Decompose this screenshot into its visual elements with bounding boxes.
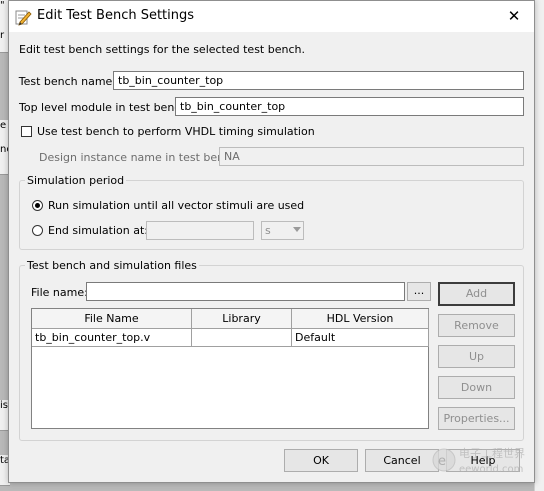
- table-row-file-name[interactable]: tb_bin_counter_top.v: [32, 329, 192, 347]
- run-all-stimuli-label: Run simulation until all vector stimuli …: [48, 199, 305, 212]
- dialog-description: Edit test bench settings for the selecte…: [19, 43, 305, 56]
- vhdl-timing-checkbox[interactable]: [21, 126, 32, 137]
- design-instance-input[interactable]: NA: [219, 147, 524, 166]
- remove-button[interactable]: Remove: [438, 314, 515, 337]
- watermark-en: eeworld.com: [459, 464, 523, 475]
- file-list-table[interactable]: File Name Library HDL Version tb_bin_cou…: [31, 308, 429, 429]
- watermark-logo: e 电子工程世界 eeworld.com: [432, 442, 532, 481]
- background-window-edge: [534, 0, 544, 491]
- end-simulation-at-label: End simulation at:: [48, 224, 148, 237]
- close-icon: ✕: [507, 7, 521, 25]
- watermark-cn: 电子工程世界: [459, 447, 525, 460]
- test-bench-name-label-text: Test bench name:: [18, 75, 117, 88]
- pencil-icon: [14, 8, 32, 26]
- end-simulation-time-input[interactable]: [146, 221, 254, 240]
- time-unit-value: s: [265, 224, 271, 237]
- title-bar: Edit Test Bench Settings ✕: [9, 1, 534, 32]
- up-button[interactable]: Up: [438, 345, 515, 368]
- chevron-down-icon: [293, 227, 301, 232]
- browse-button[interactable]: ...: [407, 282, 431, 301]
- svg-text:e: e: [438, 454, 446, 469]
- top-level-module-input[interactable]: tb_bin_counter_top: [175, 97, 524, 116]
- test-bench-name-input[interactable]: tb_bin_counter_top: [113, 71, 524, 90]
- ok-button[interactable]: OK: [284, 449, 358, 472]
- run-all-stimuli-radio[interactable]: [32, 200, 43, 211]
- down-button[interactable]: Down: [438, 376, 515, 399]
- end-simulation-at-radio[interactable]: [32, 225, 43, 236]
- simulation-period-title: Simulation period: [25, 174, 127, 187]
- dialog-title: Edit Test Bench Settings: [37, 8, 195, 23]
- background-fragment: ": [0, 0, 5, 11]
- column-header-file-name[interactable]: File Name: [32, 309, 192, 329]
- background-fragment: is: [0, 400, 8, 411]
- design-instance-label: Design instance name in test bench:: [39, 151, 241, 164]
- close-button[interactable]: ✕: [494, 1, 534, 32]
- column-header-library[interactable]: Library: [192, 309, 292, 329]
- column-header-hdl-version[interactable]: HDL Version: [292, 309, 429, 329]
- table-row-hdl-version[interactable]: Default: [292, 329, 429, 347]
- table-row-library[interactable]: [192, 329, 292, 347]
- test-bench-files-title: Test bench and simulation files: [25, 259, 199, 272]
- cancel-button[interactable]: Cancel: [365, 449, 439, 472]
- background-fragment: e: [0, 120, 7, 131]
- vhdl-timing-label: Use test bench to perform VHDL timing si…: [37, 125, 315, 138]
- edit-test-bench-dialog: Edit Test Bench Settings ✕ Edit test ben…: [8, 0, 535, 483]
- background-fragment: r: [0, 30, 5, 41]
- file-name-label: File name:: [31, 286, 88, 299]
- time-unit-select[interactable]: s: [261, 221, 304, 240]
- properties-button[interactable]: Properties...: [438, 407, 515, 430]
- file-name-input[interactable]: [86, 282, 405, 301]
- test-bench-name-label: TTest bench name:: [18, 75, 117, 88]
- top-level-module-label: Top level module in test bench:: [19, 101, 192, 114]
- add-button[interactable]: Add: [438, 282, 515, 306]
